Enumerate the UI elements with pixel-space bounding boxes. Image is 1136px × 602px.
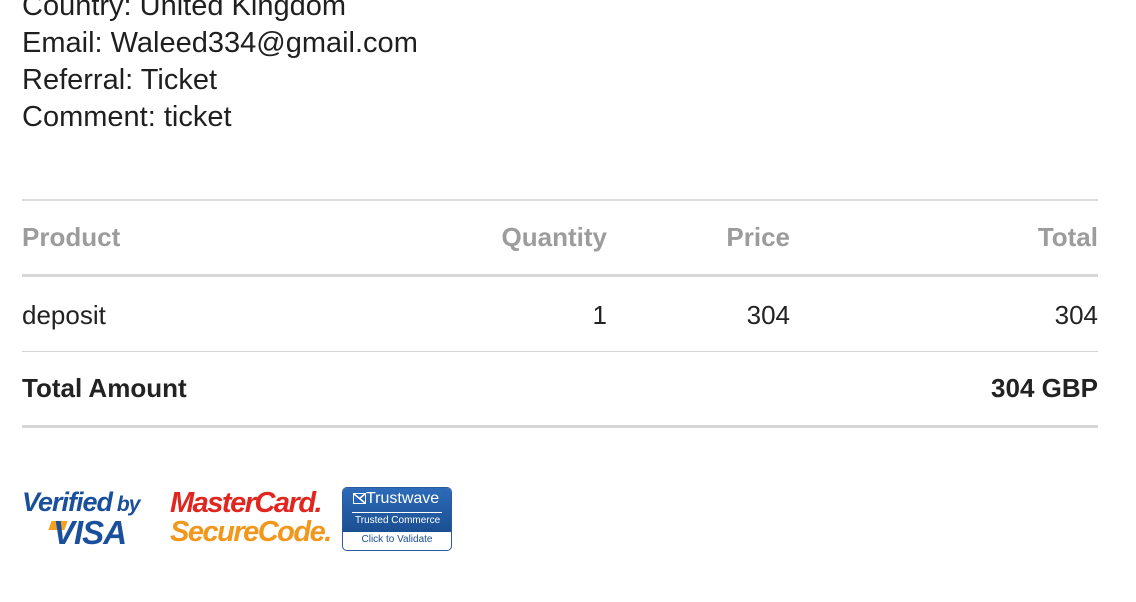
- trustwave-flag-icon: [353, 493, 366, 504]
- trustwave-divider: [352, 512, 442, 513]
- table-row: deposit 1 304 304: [22, 277, 1098, 352]
- column-header-total: Total: [1037, 222, 1098, 252]
- customer-country: Country: United Kingdom: [22, 0, 346, 22]
- trustwave-logo: Trustwave: [353, 490, 439, 508]
- customer-referral: Referral: Ticket: [22, 64, 217, 96]
- item-quantity: 1: [592, 300, 607, 330]
- column-header-quantity: Quantity: [501, 222, 607, 252]
- customer-email: Email: Waleed334@gmail.com: [22, 27, 418, 59]
- item-price: 304: [746, 300, 790, 330]
- item-total: 304: [1054, 300, 1098, 330]
- mastercard-securecode-logo: MasterCard. SecureCode.: [170, 487, 332, 549]
- securecode-text: SecureCode.: [170, 516, 332, 548]
- total-amount-value: 304 GBP: [991, 373, 1098, 403]
- customer-comment: Comment: ticket: [22, 101, 232, 133]
- trustwave-validate-link[interactable]: Click to Validate: [343, 534, 451, 545]
- customer-info: Country: United Kingdom Email: Waleed334…: [22, 0, 418, 136]
- vbv-verified-text: Verified: [22, 487, 113, 517]
- table-header-row: Product Quantity Price Total: [22, 201, 1098, 277]
- verified-by-visa-logo: Verified by VISA: [22, 487, 152, 551]
- trustwave-subtitle: Trusted Commerce: [355, 515, 441, 526]
- order-table: Product Quantity Price Total deposit 1 3…: [22, 199, 1098, 428]
- order-confirmation-page: Country: United Kingdom Email: Waleed334…: [0, 0, 1136, 602]
- column-header-product: Product: [22, 222, 121, 252]
- total-amount-row: Total Amount 304 GBP: [22, 352, 1098, 428]
- vbv-visa-text: VISA: [53, 514, 127, 551]
- trustwave-seal[interactable]: Trustwave Trusted Commerce Click to Vali…: [342, 487, 452, 551]
- trustwave-header: Trustwave Trusted Commerce: [343, 488, 451, 532]
- item-product: deposit: [22, 300, 106, 330]
- vbv-by-text: by: [116, 493, 140, 516]
- total-amount-label: Total Amount: [22, 373, 187, 403]
- column-header-price: Price: [726, 222, 790, 252]
- trustwave-logo-text: Trustwave: [366, 490, 440, 507]
